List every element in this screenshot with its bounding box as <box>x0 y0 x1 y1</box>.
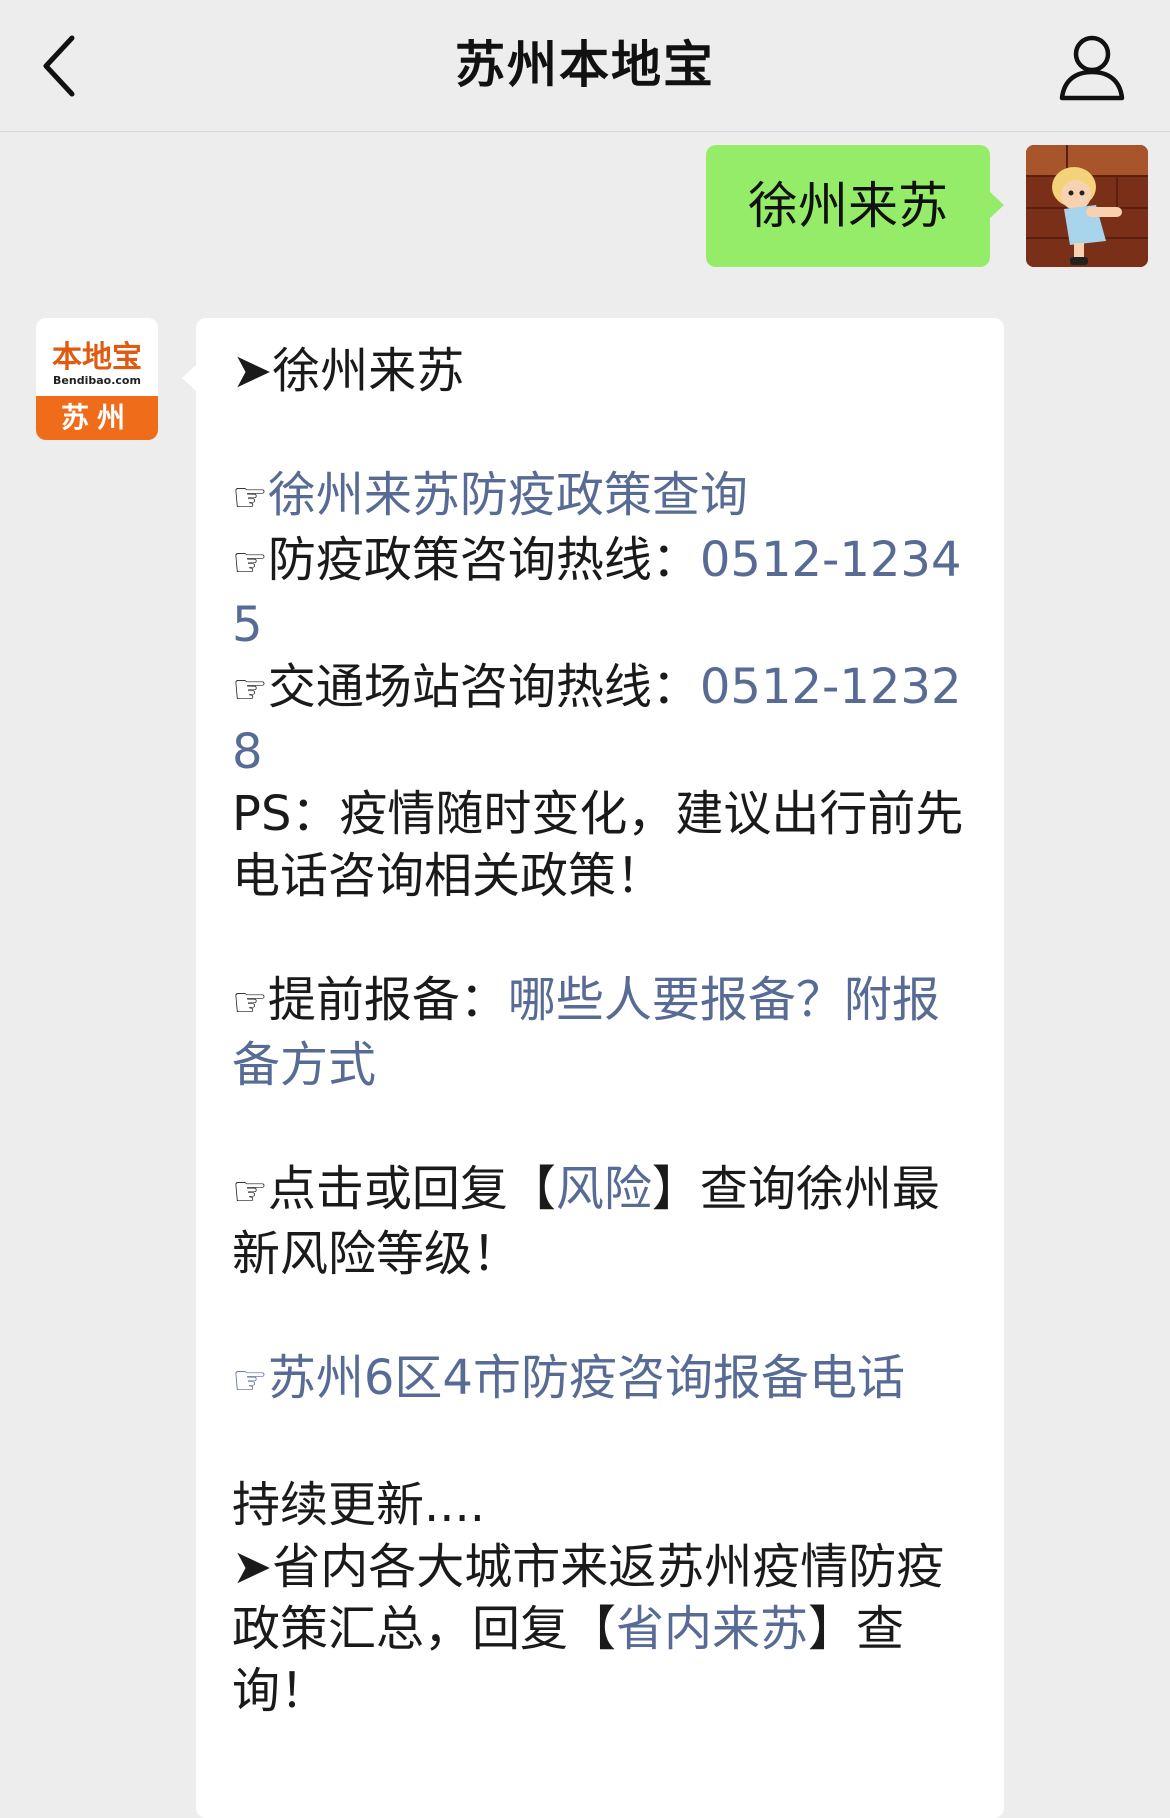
province-line: ➤省内各大城市来返苏州疫情防疫政策汇总，回复【省内来苏】查询！ <box>232 1536 974 1722</box>
suzhou-link[interactable]: 苏州6区4市防疫咨询报备电话 <box>268 1350 905 1406</box>
report-label: 提前报备： <box>267 972 508 1028</box>
outgoing-bubble[interactable]: 徐州来苏 <box>706 145 1004 267</box>
back-button[interactable] <box>30 28 100 104</box>
pointing-hand-icon: ☞ <box>232 475 268 521</box>
outgoing-message: 徐州来苏 <box>706 145 1148 267</box>
hotline2-line: ☞交通场站咨询热线：0512-12328 <box>232 656 974 783</box>
chevron-left-icon <box>43 35 75 97</box>
cartoon-avatar-image <box>1026 145 1148 267</box>
profile-button[interactable] <box>1054 30 1130 106</box>
pointing-hand-icon: ☞ <box>232 540 268 586</box>
avatar-brand: 本地宝 <box>52 340 142 375</box>
avatar-city: 苏州 <box>36 396 158 440</box>
pointing-hand-icon: ☞ <box>232 667 268 713</box>
risk-prefix: 点击或回复【 <box>267 1161 556 1217</box>
policy-line: ☞徐州来苏防疫政策查询 <box>232 464 974 529</box>
policy-link[interactable]: 徐州来苏防疫政策查询 <box>268 467 748 523</box>
incoming-bubble: ➤徐州来苏 ☞徐州来苏防疫政策查询 ☞防疫政策咨询热线：0512-12345 ☞… <box>182 318 1004 1818</box>
report-line: ☞提前报备：哪些人要报备？附报备方式 <box>232 969 974 1096</box>
official-account-avatar[interactable]: 本地宝 Bendibao.com 苏州 <box>36 318 158 440</box>
updating-text: 持续更新.... <box>232 1477 486 1533</box>
nav-bar: 苏州本地宝 <box>0 0 1170 132</box>
pointing-hand-icon: ☞ <box>232 980 268 1026</box>
pointing-hand-icon: ☞ <box>232 1169 268 1215</box>
suzhou-line: ☞苏州6区4市防疫咨询报备电话 <box>232 1347 974 1412</box>
avatar-url: Bendibao.com <box>53 374 141 387</box>
province-link[interactable]: 省内来苏 <box>616 1601 808 1657</box>
user-avatar[interactable] <box>1026 145 1148 267</box>
hotline2-label: 交通场站咨询热线： <box>267 659 700 715</box>
risk-line: ☞点击或回复【风险】查询徐州最新风险等级！ <box>232 1158 974 1285</box>
ps-text: PS：疫情随时变化，建议出行前先电话咨询相关政策！ <box>232 786 964 904</box>
pointing-hand-icon: ☞ <box>232 1358 268 1404</box>
hotline1-label: 防疫政策咨询热线： <box>267 532 700 588</box>
person-icon <box>1059 35 1125 101</box>
heading-line: ➤徐州来苏 <box>232 343 465 399</box>
hotline1-line: ☞防疫政策咨询热线：0512-12345 <box>232 529 974 656</box>
risk-link[interactable]: 风险 <box>556 1161 652 1217</box>
page-title: 苏州本地宝 <box>455 36 715 94</box>
